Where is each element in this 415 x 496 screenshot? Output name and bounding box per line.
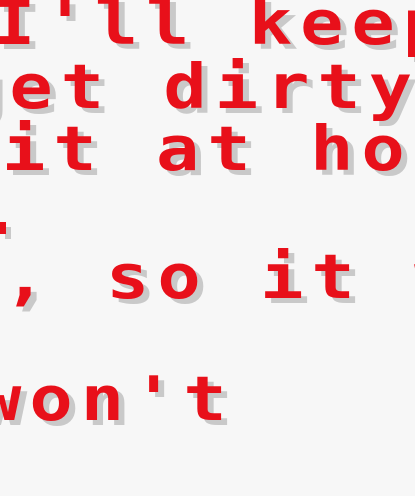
dialogue-text-box: I'll keep get dirty. it at hom e, so it … (0, 0, 415, 496)
dialogue-line-1: I'll keep (0, 0, 415, 59)
dialogue-line-5: won't (0, 362, 235, 435)
dialogue-line-2: get dirty. (0, 50, 415, 123)
dialogue-line-3: it at hom (2, 112, 415, 185)
dialogue-line-4: e, so it w (0, 240, 415, 313)
apostrophe-fragment (0, 222, 6, 234)
